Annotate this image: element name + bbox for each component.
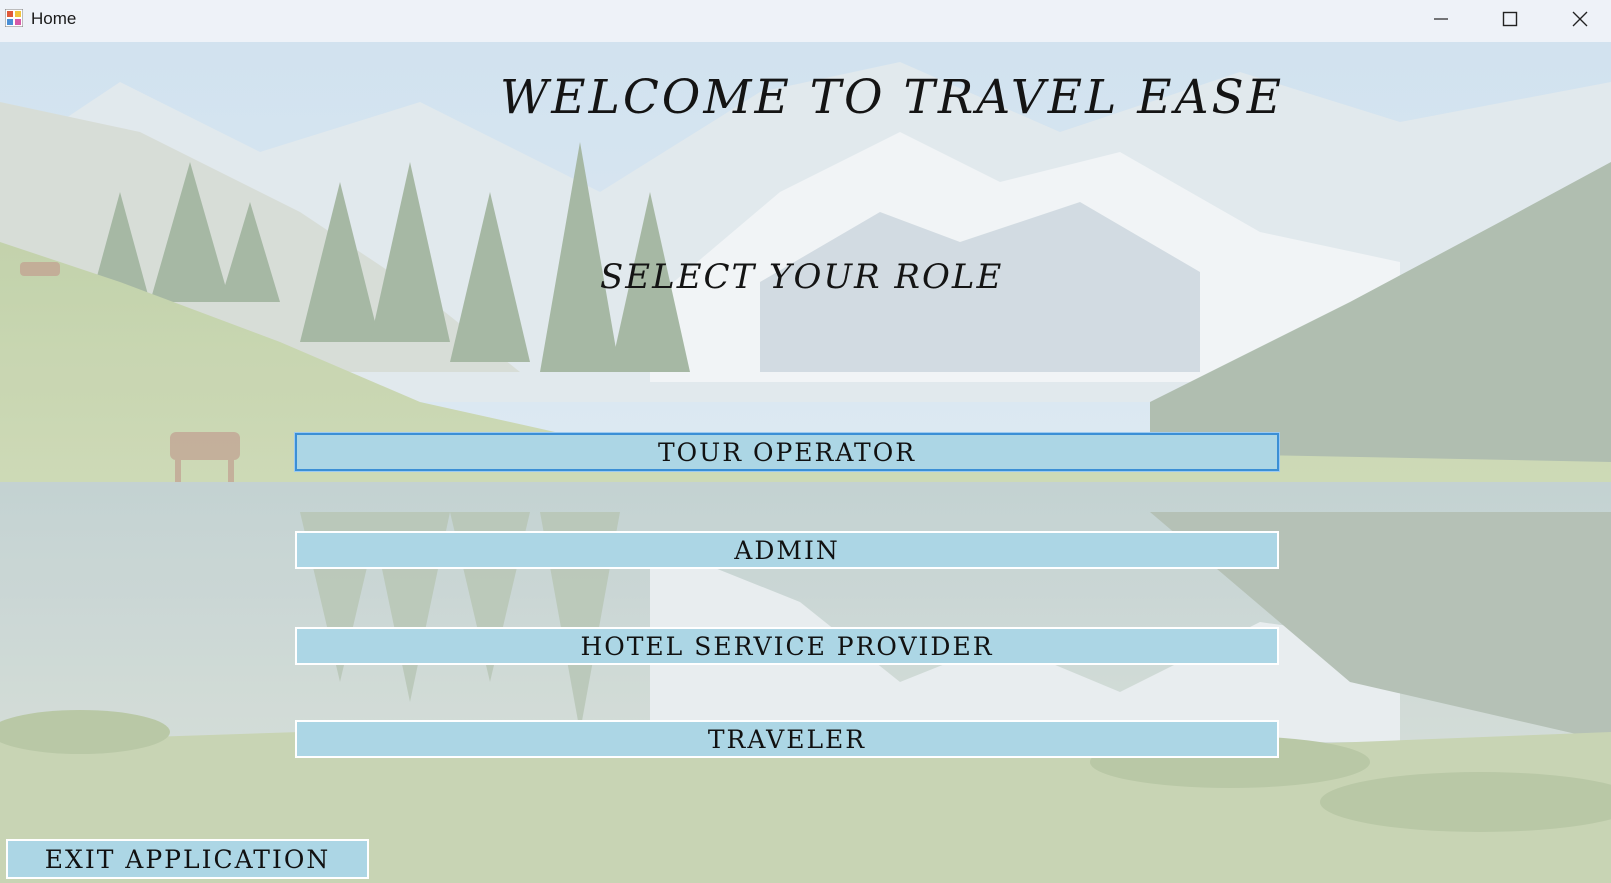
traveler-button[interactable]: TRAVELER [295, 720, 1279, 758]
app-icon [4, 8, 24, 28]
admin-button[interactable]: ADMIN [295, 531, 1279, 569]
close-button[interactable] [1545, 0, 1611, 38]
hotel-service-provider-button[interactable]: HOTEL SERVICE PROVIDER [295, 627, 1279, 665]
welcome-heading: WELCOME TO TRAVEL EASE [500, 70, 1285, 125]
exit-application-button[interactable]: EXIT APPLICATION [6, 839, 369, 879]
tour-operator-button[interactable]: TOUR OPERATOR [295, 433, 1279, 471]
minimize-icon [1433, 11, 1449, 27]
maximize-icon [1502, 11, 1518, 27]
select-role-heading: SELECT YOUR ROLE [600, 257, 1004, 297]
client-area: WELCOME TO TRAVEL EASE SELECT YOUR ROLE … [0, 42, 1611, 883]
title-bar[interactable]: Home [0, 0, 1611, 42]
window-title: Home [31, 9, 77, 28]
minimize-button[interactable] [1406, 0, 1475, 38]
app-window: Home WELCOME TO TRAVEL EASE SELECT YOUR … [0, 0, 1611, 883]
close-icon [1572, 11, 1588, 27]
maximize-button[interactable] [1475, 0, 1544, 38]
